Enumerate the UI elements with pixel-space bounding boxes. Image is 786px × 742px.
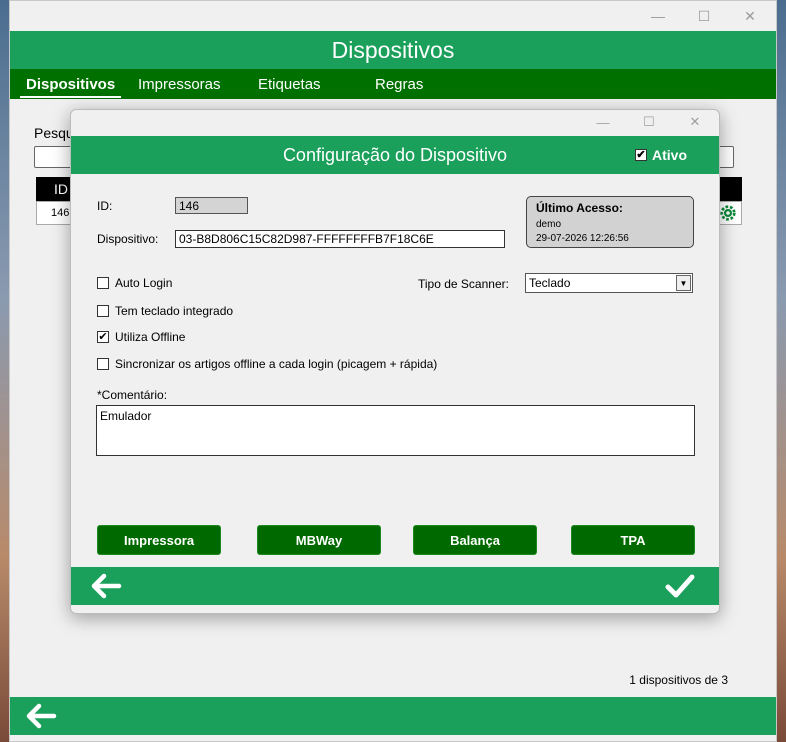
- integrated-keyboard-option[interactable]: Tem teclado integrado: [97, 304, 233, 318]
- ativo-checkbox[interactable]: ✔: [635, 149, 647, 161]
- confirm-check-icon[interactable]: [665, 573, 695, 599]
- device-label: Dispositivo:: [97, 232, 159, 246]
- dialog-close-icon[interactable]: ✕: [683, 113, 707, 131]
- integrated-keyboard-checkbox[interactable]: [97, 305, 109, 317]
- dialog-header: Configuração do Dispositivo ✔ Ativo: [71, 136, 719, 174]
- minimize-icon[interactable]: —: [646, 7, 670, 25]
- scanner-type-value: Teclado: [529, 276, 571, 290]
- impressora-button[interactable]: Impressora: [97, 525, 221, 555]
- balanca-button[interactable]: Balança: [413, 525, 537, 555]
- ativo-label: Ativo: [652, 147, 687, 163]
- tab-bar: Dispositivos Impressoras Etiquetas Regra…: [10, 69, 776, 99]
- dialog-minimize-icon[interactable]: —: [591, 113, 615, 131]
- ativo-toggle[interactable]: ✔ Ativo: [635, 147, 687, 163]
- scanner-type-label: Tipo de Scanner:: [418, 277, 509, 291]
- column-header-id: ID: [54, 181, 68, 197]
- search-label: Pesqu: [34, 125, 74, 141]
- last-access-title: Último Acesso:: [536, 201, 623, 215]
- dropdown-arrow-icon[interactable]: ▼: [676, 275, 691, 291]
- device-field[interactable]: 03-B8D806C15C82D987-FFFFFFFFB7F18C6E: [175, 230, 505, 248]
- dialog-maximize-icon[interactable]: ☐: [637, 113, 661, 131]
- offline-checkbox[interactable]: ✔: [97, 331, 109, 343]
- comment-textarea[interactable]: Emulador: [96, 405, 695, 456]
- scanner-type-select[interactable]: Teclado ▼: [525, 273, 693, 293]
- last-access-date: 29-07-2026 12:26:56: [536, 233, 629, 244]
- mbway-button[interactable]: MBWay: [257, 525, 381, 555]
- cell-id: 146: [51, 207, 70, 219]
- sync-offline-label: Sincronizar os artigos offline a cada lo…: [115, 357, 438, 371]
- page-title: Dispositivos: [10, 31, 776, 69]
- tpa-button[interactable]: TPA: [571, 525, 695, 555]
- settings-gear-icon[interactable]: [719, 204, 737, 222]
- close-icon[interactable]: ✕: [738, 7, 762, 25]
- auto-login-option[interactable]: Auto Login: [97, 276, 172, 290]
- sync-offline-checkbox[interactable]: [97, 358, 109, 370]
- offline-option[interactable]: ✔ Utiliza Offline: [97, 330, 185, 344]
- auto-login-label: Auto Login: [115, 276, 173, 290]
- last-access-user: demo: [536, 219, 562, 230]
- tab-regras[interactable]: Regras: [375, 76, 423, 93]
- last-access-panel: Último Acesso: demo 29-07-2026 12:26:56: [526, 196, 694, 248]
- tab-impressoras[interactable]: Impressoras: [138, 76, 221, 93]
- id-label: ID:: [97, 199, 113, 213]
- id-field: 146: [175, 197, 248, 214]
- offline-label: Utiliza Offline: [115, 330, 186, 344]
- comment-label: *Comentário:: [97, 388, 168, 402]
- bottom-bar: [10, 697, 776, 735]
- record-count: 1 dispositivos de 3: [629, 673, 728, 687]
- auto-login-checkbox[interactable]: [97, 277, 109, 289]
- dialog-window-controls: — ☐ ✕: [591, 113, 707, 131]
- integrated-keyboard-label: Tem teclado integrado: [115, 304, 234, 318]
- device-config-dialog: — ☐ ✕ Configuração do Dispositivo ✔ Ativ…: [70, 109, 720, 614]
- tab-etiquetas[interactable]: Etiquetas: [258, 76, 321, 93]
- back-arrow-icon[interactable]: [24, 703, 58, 729]
- window-controls: — ☐ ✕: [646, 7, 762, 25]
- dialog-title: Configuração do Dispositivo: [282, 145, 508, 165]
- dialog-back-arrow-icon[interactable]: [89, 573, 123, 599]
- dialog-footer: [71, 567, 719, 605]
- sync-offline-option[interactable]: Sincronizar os artigos offline a cada lo…: [97, 357, 437, 371]
- maximize-icon[interactable]: ☐: [692, 7, 716, 25]
- tab-dispositivos[interactable]: Dispositivos: [20, 76, 122, 98]
